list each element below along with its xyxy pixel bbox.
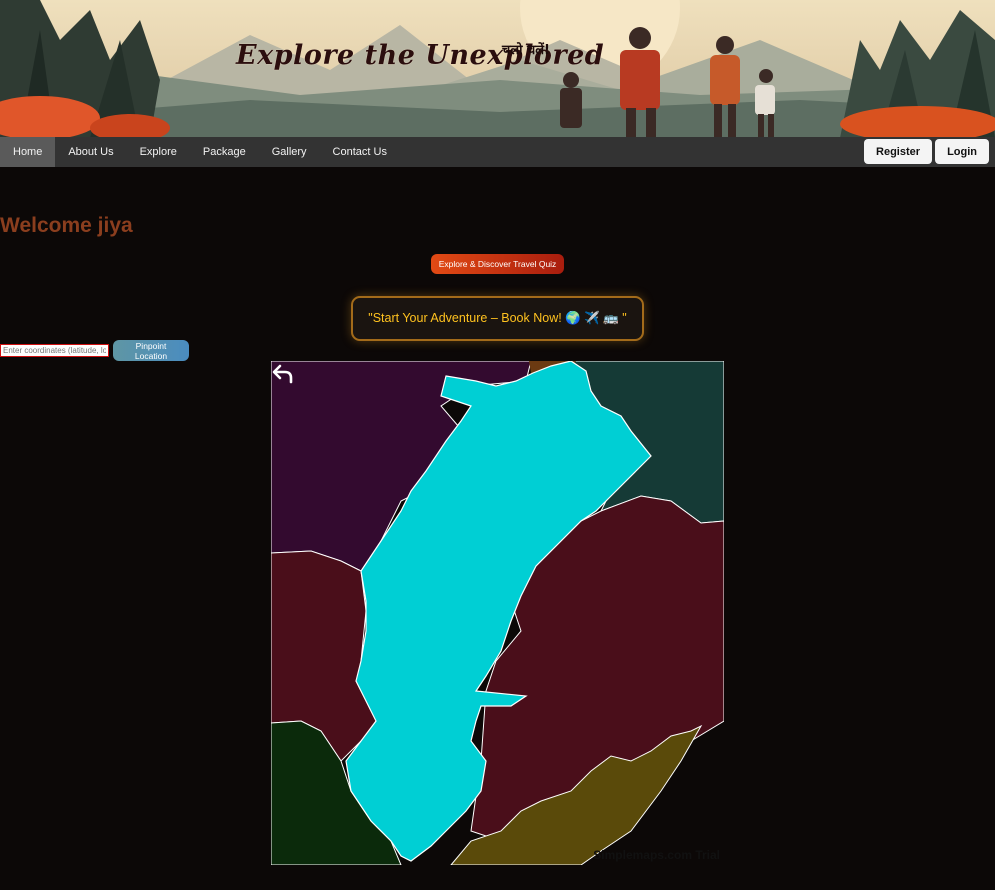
top-navbar: Home About Us Explore Package Gallery Co… <box>0 137 995 167</box>
hero-banner: Explore the Unexplored चलो चलें! <box>0 0 995 138</box>
pinpoint-location-button[interactable]: Pinpoint Location <box>113 340 189 361</box>
auth-buttons: Register Login <box>864 139 989 164</box>
nav-explore[interactable]: Explore <box>127 137 190 167</box>
nav-about-us[interactable]: About Us <box>55 137 126 167</box>
map-regions <box>271 361 724 865</box>
nav-gallery[interactable]: Gallery <box>259 137 320 167</box>
state-map: Simplemaps.com Trial <box>271 361 724 865</box>
nav-contact-us[interactable]: Contact Us <box>320 137 400 167</box>
login-button[interactable]: Login <box>935 139 989 164</box>
travel-quiz-button[interactable]: Explore & Discover Travel Quiz <box>431 254 564 274</box>
hero-subtitle: चलो चलें! <box>502 43 550 58</box>
book-now-button[interactable]: "Start Your Adventure – Book Now! 🌍 ✈️ 🚌… <box>351 296 644 341</box>
nav-package[interactable]: Package <box>190 137 259 167</box>
coordinates-input[interactable] <box>0 344 109 357</box>
welcome-heading: Welcome jiya <box>0 214 133 237</box>
back-arrow-icon[interactable] <box>271 361 295 385</box>
nav-home[interactable]: Home <box>0 137 56 167</box>
map-credit: Simplemaps.com Trial <box>593 848 720 862</box>
register-button[interactable]: Register <box>864 139 933 164</box>
